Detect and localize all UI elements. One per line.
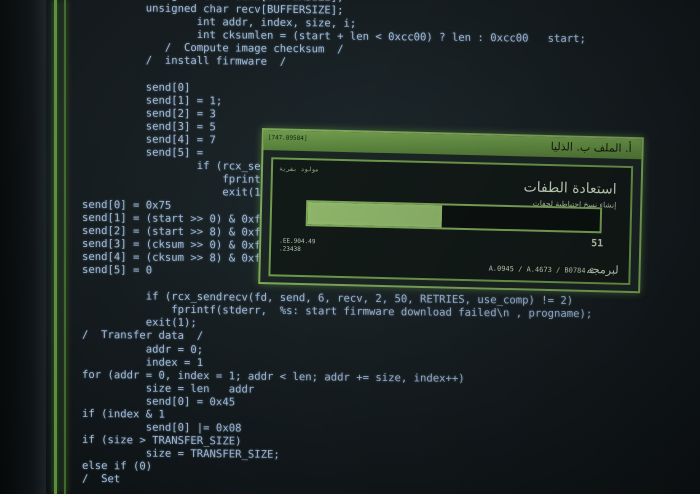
dialog-heading: استعادة الطفات [523,179,617,198]
dialog-title: أ. الملف ب. الذليا [550,140,632,156]
monitor-bezel [0,0,46,494]
progress-fill [307,202,443,228]
readout-number-1: .EE.904.49 [279,237,316,246]
progress-label: 51 [591,238,604,250]
top-left-label: مولود بشرية [278,165,319,174]
editor-gutter-line-secondary [64,0,66,494]
stats-readout: A.0945 / A.4673 / B0784.3 [488,264,595,276]
brand-label: لبرمجه [586,262,619,277]
readout-number-2: .23438 [278,245,301,253]
dialog-body: مولود بشرية استعادة الطفات إنشاء نسخ احت… [268,157,634,286]
restore-progress-dialog: [747.89584] أ. الملف ب. الذليا مولود بشر… [258,128,644,294]
editor-gutter-line [54,0,57,494]
window-id: [747.89584] [267,134,308,143]
